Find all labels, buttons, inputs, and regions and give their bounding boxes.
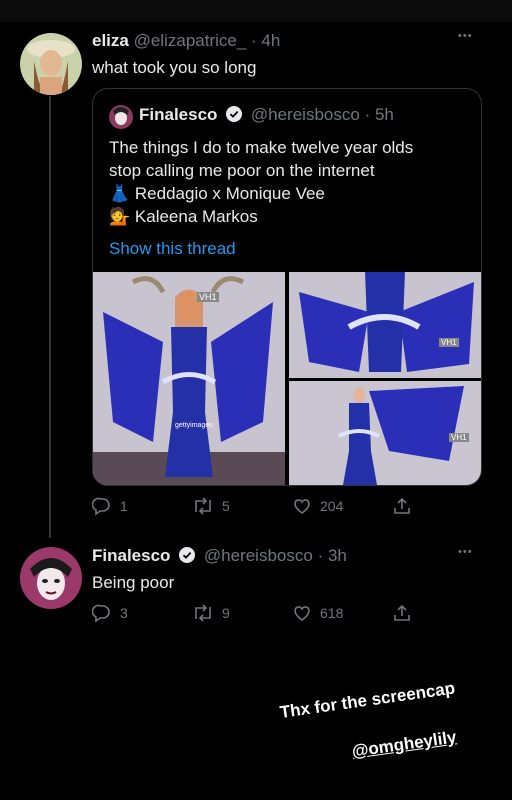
story-mention-link[interactable]: @omgheylily <box>351 727 458 761</box>
avatar-finalesco-image <box>20 547 82 609</box>
quote-text-line2: stop calling me poor on the internet <box>109 161 375 180</box>
story-caption-text: Thx for the screencap <box>278 678 457 722</box>
tweet2-author-handle[interactable]: @hereisbosco <box>204 546 313 565</box>
quote-header: Finalesco @hereisbosco · 5h <box>139 105 394 125</box>
quote-avatar <box>109 105 133 129</box>
dress-emoji-icon: 👗 <box>109 184 131 203</box>
tweet1-retweet-count: 5 <box>222 498 230 514</box>
tweet2-text: Being poor <box>92 573 175 592</box>
share-icon <box>394 604 410 621</box>
share-icon <box>394 497 410 514</box>
tweet2-more-icon[interactable]: ••• <box>458 546 473 558</box>
quoted-tweet-card[interactable]: Finalesco @hereisbosco · 5h The things I… <box>92 88 482 486</box>
reply-icon <box>92 604 110 623</box>
heart-icon <box>294 606 310 621</box>
avatar-eliza-image <box>20 33 82 95</box>
media-image-2[interactable]: VH1 <box>289 272 481 378</box>
tweet1-retweet-button[interactable]: 5 <box>192 496 230 516</box>
media-image-3[interactable]: VH1 <box>289 381 481 485</box>
quote-author-handle[interactable]: @hereisbosco <box>251 105 360 124</box>
tweet1-text: what took you so long <box>92 58 257 77</box>
tweet2-like-button[interactable]: 618 <box>292 603 343 623</box>
quote-author-name[interactable]: Finalesco <box>139 105 217 124</box>
tweet1-like-count: 204 <box>320 498 344 514</box>
retweet-icon <box>195 604 211 622</box>
tweet1-author-name[interactable]: eliza <box>92 31 129 50</box>
thread-connector-line <box>49 96 51 538</box>
tweet1-timestamp[interactable]: · 4h <box>251 31 280 50</box>
tweet1-like-button[interactable]: 204 <box>292 496 343 516</box>
verified-badge-icon <box>226 106 243 122</box>
quote-text-line4-label: Kaleena Markos <box>134 207 258 226</box>
tweet2-timestamp[interactable]: · 3h <box>318 546 347 565</box>
media-label-vh1: VH1 <box>197 292 219 302</box>
quote-text-line3: 👗 Reddagio x Monique Vee <box>109 182 325 205</box>
media-image-1[interactable]: VH1 gettyimages <box>93 272 285 485</box>
tweet1-reply-button[interactable]: 1 <box>92 496 128 516</box>
tweet1-more-icon[interactable]: ••• <box>458 30 473 42</box>
tweet2-reply-count: 3 <box>120 605 128 621</box>
tweet2-header: Finalesco @hereisbosco · 3h <box>92 546 347 566</box>
reply-icon <box>92 497 110 516</box>
tweet1-share-button[interactable] <box>392 496 412 516</box>
media-label-vh1-3: VH1 <box>449 433 469 442</box>
heart-icon <box>294 499 310 514</box>
quote-text-line3-label: Reddagio x Monique Vee <box>134 184 325 203</box>
tweet1-header: eliza @elizapatrice_ · 4h <box>92 31 280 51</box>
quote-timestamp[interactable]: · 5h <box>365 105 394 124</box>
tweet2-share-button[interactable] <box>392 603 412 623</box>
media-label-vh1-2: VH1 <box>439 338 459 347</box>
show-thread-link[interactable]: Show this thread <box>109 237 236 260</box>
quote-media-grid: VH1 gettyimages VH1 VH1 <box>93 272 481 485</box>
quote-text-line4: 💁 Kaleena Markos <box>109 205 258 228</box>
person-tipping-hand-emoji-icon: 💁 <box>109 207 131 226</box>
tweet1-reply-count: 1 <box>120 498 128 514</box>
tweet2-reply-button[interactable]: 3 <box>92 603 128 623</box>
status-bar <box>0 0 512 22</box>
avatar-finalesco[interactable] <box>20 547 82 609</box>
tweet2-like-count: 618 <box>320 605 344 621</box>
tweet2-author-name[interactable]: Finalesco <box>92 546 170 565</box>
quote-text-line1: The things I do to make twelve year olds <box>109 138 414 157</box>
tweet1-author-handle[interactable]: @elizapatrice_ <box>134 31 247 50</box>
tweet2-retweet-button[interactable]: 9 <box>192 603 230 623</box>
retweet-icon <box>195 497 211 515</box>
verified-badge-icon <box>179 547 196 563</box>
tweet2-retweet-count: 9 <box>222 605 230 621</box>
media-label-getty: gettyimages <box>175 422 213 429</box>
avatar-eliza[interactable] <box>20 33 82 95</box>
